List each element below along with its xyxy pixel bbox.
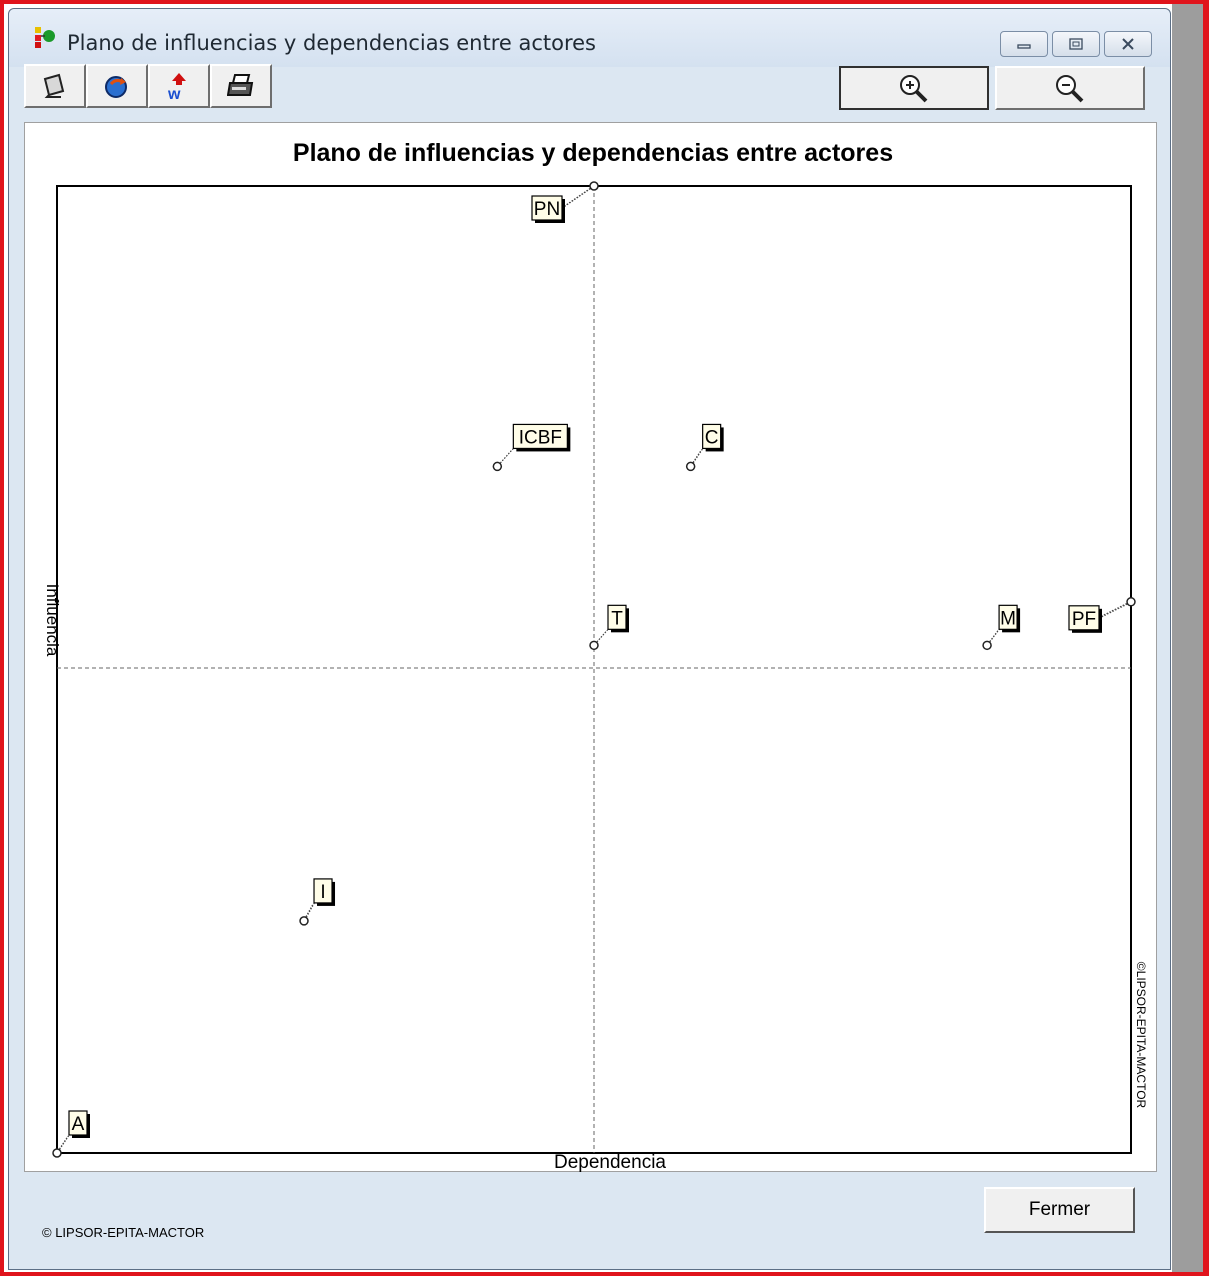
point-label: PF <box>1072 609 1096 630</box>
copy-button[interactable] <box>24 64 86 108</box>
point-label: PN <box>534 199 560 220</box>
point-marker <box>982 640 992 651</box>
point-label: M <box>1000 608 1016 629</box>
actor-point-t[interactable]: T <box>589 604 629 651</box>
actor-point-c[interactable]: C <box>685 423 724 472</box>
point-connector <box>1097 602 1131 620</box>
actor-point-i[interactable]: I <box>299 878 336 926</box>
chart-panel: Plano de influencias y dependencias entr… <box>24 122 1157 1173</box>
minimize-icon <box>1017 44 1031 49</box>
actor-point-a[interactable]: A <box>52 1110 90 1158</box>
export-word-icon: w <box>167 73 186 101</box>
caption-buttons <box>1000 31 1152 57</box>
point-marker <box>589 640 599 651</box>
minimize-button[interactable] <box>1000 31 1048 57</box>
window-title: Plano de influencias y dependencias entr… <box>67 31 596 55</box>
y-axis-label: Influencia <box>43 584 62 657</box>
point-marker <box>1126 597 1136 607</box>
maximize-icon <box>1069 38 1083 50</box>
chart-title: Plano de influencias y dependencias entr… <box>293 139 893 167</box>
scatter-chart: Plano de influencias y dependencias entr… <box>43 139 1148 1173</box>
point-marker <box>589 181 599 191</box>
print-button[interactable] <box>210 64 272 108</box>
point-marker <box>299 916 309 926</box>
background-area <box>1172 4 1203 1272</box>
actor-point-m[interactable]: M <box>982 604 1021 651</box>
point-marker <box>492 461 503 472</box>
zoom-out-button[interactable] <box>995 66 1145 110</box>
point-label: A <box>72 1114 85 1135</box>
actor-point-pf[interactable]: PF <box>1068 597 1136 633</box>
title-bar[interactable]: Plano de influencias y dependencias entr… <box>9 9 1170 67</box>
close-icon <box>1122 38 1134 50</box>
actor-point-pn[interactable]: PN <box>531 181 599 223</box>
maximize-button[interactable] <box>1052 31 1100 57</box>
print-icon <box>227 74 254 96</box>
point-label: T <box>611 608 623 629</box>
export-word-button[interactable]: w <box>148 64 210 108</box>
actor-point-icbf[interactable]: ICBF <box>492 423 571 472</box>
refresh-button[interactable] <box>86 64 148 108</box>
zoom-in-icon <box>900 75 928 103</box>
watermark: ©LIPSOR-EPITA-MACTOR <box>1134 962 1148 1109</box>
point-marker <box>52 1148 62 1158</box>
point-connector <box>497 447 515 466</box>
close-button[interactable] <box>1104 31 1152 57</box>
zoom-out-icon <box>1056 75 1084 103</box>
app-icon <box>35 27 55 48</box>
point-label: ICBF <box>519 427 562 448</box>
svg-text:w: w <box>167 86 181 101</box>
copy-icon <box>43 73 65 98</box>
fermer-button[interactable]: Fermer <box>984 1187 1135 1233</box>
footer-copyright: © LIPSOR-EPITA-MACTOR <box>42 1225 205 1240</box>
point-label: I <box>320 882 325 903</box>
refresh-icon <box>105 76 127 98</box>
zoom-in-button[interactable] <box>839 66 989 110</box>
x-axis-label: Dependencia <box>554 1152 666 1173</box>
point-label: C <box>705 427 719 448</box>
toolbar: w <box>24 64 272 108</box>
point-marker <box>685 461 696 472</box>
point-connector <box>560 186 594 210</box>
